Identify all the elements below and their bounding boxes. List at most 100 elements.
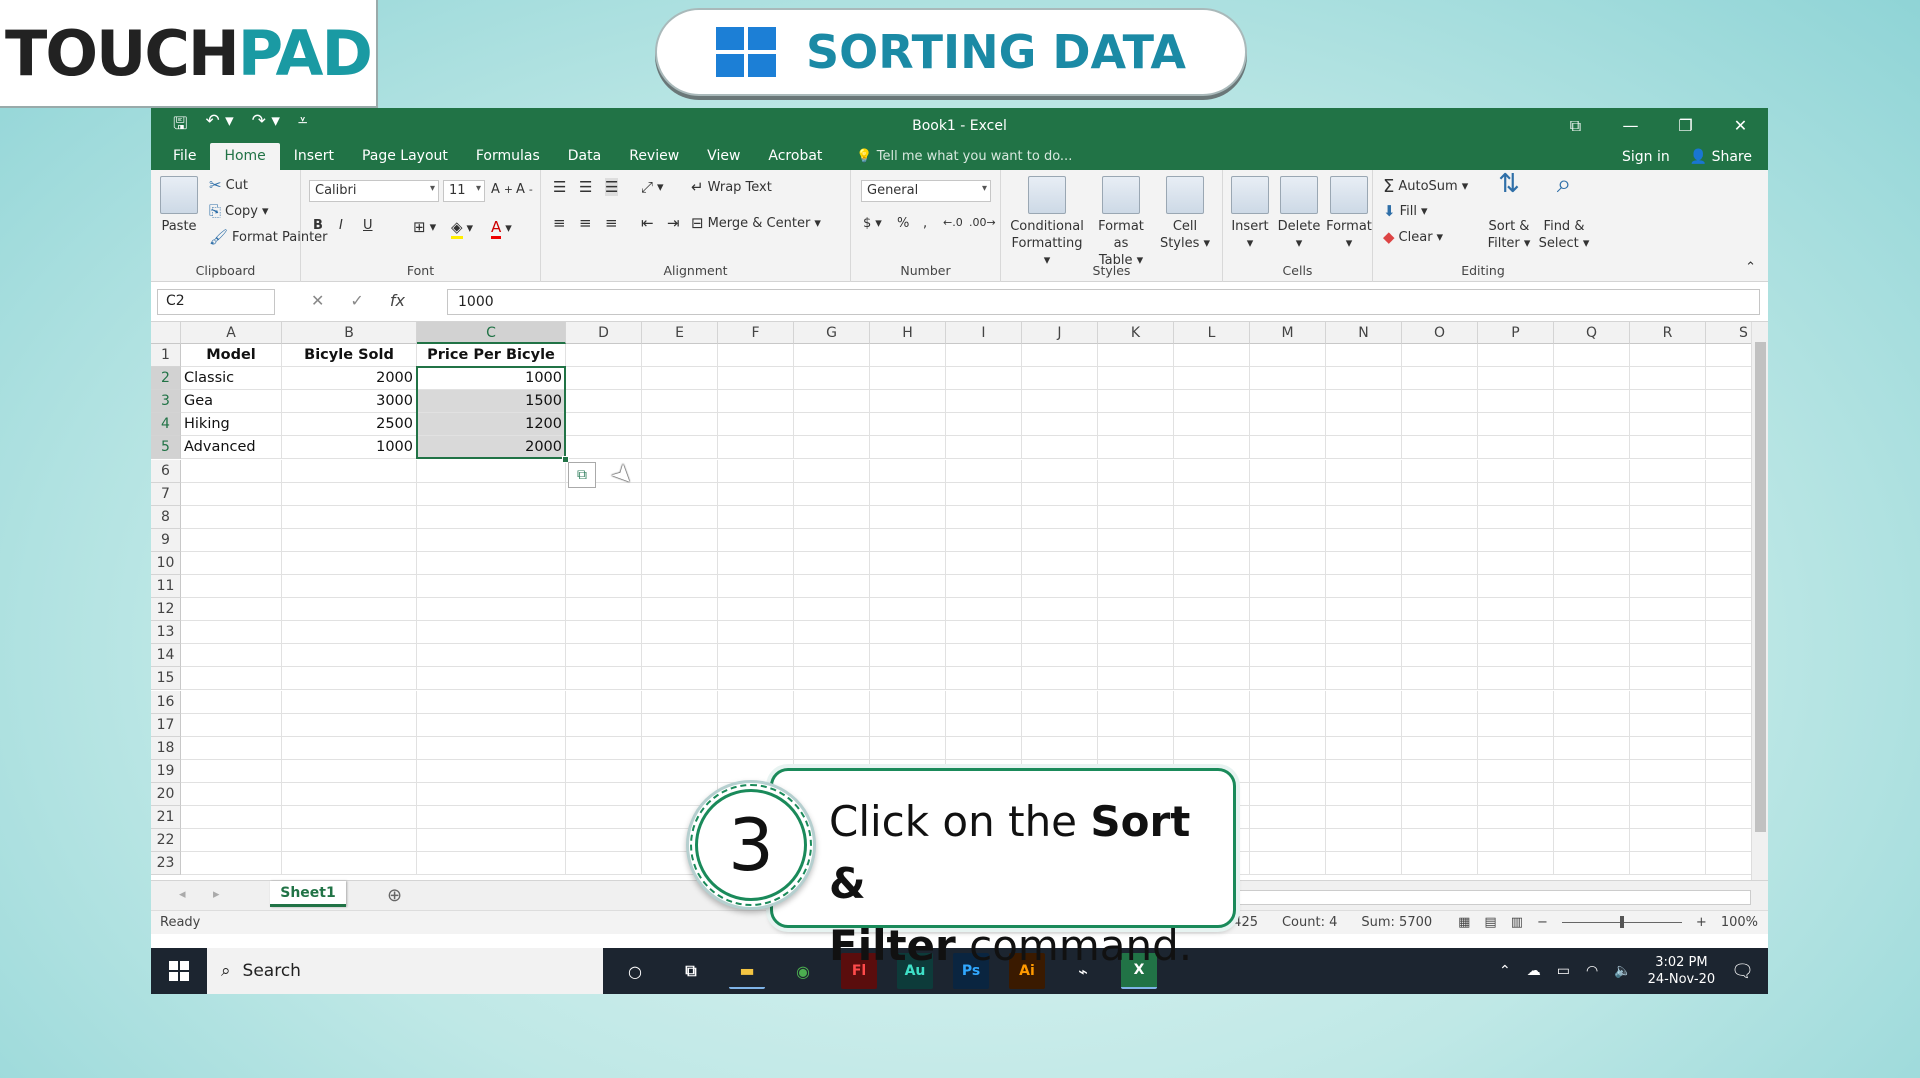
- cell-n15[interactable]: [1326, 667, 1402, 691]
- row-header-21[interactable]: 21: [151, 806, 181, 830]
- cell-l10[interactable]: [1174, 551, 1250, 575]
- cell-j2[interactable]: [1022, 367, 1098, 391]
- row-header-3[interactable]: 3: [151, 390, 181, 414]
- cell-p8[interactable]: [1478, 505, 1554, 529]
- cell-j18[interactable]: [1022, 736, 1098, 760]
- cell-q2[interactable]: [1554, 367, 1630, 391]
- cell-r17[interactable]: [1630, 713, 1706, 737]
- row-header-6[interactable]: 6: [151, 459, 181, 483]
- cell-o14[interactable]: [1402, 644, 1478, 668]
- cell-n2[interactable]: [1326, 367, 1402, 391]
- align-right-button[interactable]: ≡: [605, 214, 618, 232]
- cell-k13[interactable]: [1098, 621, 1174, 645]
- cell-q10[interactable]: [1554, 551, 1630, 575]
- cell-j11[interactable]: [1022, 575, 1098, 599]
- cell-e13[interactable]: [642, 621, 718, 645]
- cell-a17[interactable]: [181, 713, 282, 737]
- cell-l3[interactable]: [1174, 390, 1250, 414]
- cell-a5[interactable]: Advanced: [181, 436, 282, 460]
- cell-q9[interactable]: [1554, 528, 1630, 552]
- align-middle-button[interactable]: ☰: [579, 178, 592, 196]
- wrap-text-button[interactable]: ↵ Wrap Text: [691, 178, 772, 196]
- cell-e5[interactable]: [642, 436, 718, 460]
- vertical-scroll-thumb[interactable]: [1755, 342, 1766, 832]
- row-header-19[interactable]: 19: [151, 759, 181, 783]
- next-sheet-icon[interactable]: ▸: [213, 887, 220, 902]
- cell-o18[interactable]: [1402, 736, 1478, 760]
- cell-i17[interactable]: [946, 713, 1022, 737]
- cell-l7[interactable]: [1174, 482, 1250, 506]
- font-name-select[interactable]: Calibri: [309, 180, 439, 202]
- cell-f15[interactable]: [718, 667, 794, 691]
- cell-a20[interactable]: [181, 782, 282, 806]
- cell-f11[interactable]: [718, 575, 794, 599]
- cell-o21[interactable]: [1402, 806, 1478, 830]
- cell-o19[interactable]: [1402, 759, 1478, 783]
- cell-m4[interactable]: [1250, 413, 1326, 437]
- tab-acrobat[interactable]: Acrobat: [754, 143, 836, 170]
- cell-b17[interactable]: [282, 713, 417, 737]
- cell-o11[interactable]: [1402, 575, 1478, 599]
- cell-l11[interactable]: [1174, 575, 1250, 599]
- cell-a22[interactable]: [181, 829, 282, 853]
- cell-a8[interactable]: [181, 505, 282, 529]
- cell-q20[interactable]: [1554, 782, 1630, 806]
- cell-b10[interactable]: [282, 551, 417, 575]
- cell-l13[interactable]: [1174, 621, 1250, 645]
- cell-o1[interactable]: [1402, 344, 1478, 368]
- row-header-9[interactable]: 9: [151, 528, 181, 552]
- cell-a14[interactable]: [181, 644, 282, 668]
- cell-h12[interactable]: [870, 598, 946, 622]
- cell-m10[interactable]: [1250, 551, 1326, 575]
- cell-q5[interactable]: [1554, 436, 1630, 460]
- cell-k6[interactable]: [1098, 459, 1174, 483]
- cell-m23[interactable]: [1250, 852, 1326, 876]
- cell-c18[interactable]: [417, 736, 566, 760]
- cell-q8[interactable]: [1554, 505, 1630, 529]
- taskbar-clock[interactable]: 3:02 PM 24-Nov-20: [1648, 954, 1716, 988]
- zoom-slider[interactable]: [1561, 916, 1682, 928]
- align-top-button[interactable]: ☰: [553, 178, 566, 196]
- cell-c11[interactable]: [417, 575, 566, 599]
- cell-r19[interactable]: [1630, 759, 1706, 783]
- cell-d8[interactable]: [566, 505, 642, 529]
- cell-g4[interactable]: [794, 413, 870, 437]
- cell-i14[interactable]: [946, 644, 1022, 668]
- cell-m6[interactable]: [1250, 459, 1326, 483]
- cell-h9[interactable]: [870, 528, 946, 552]
- cell-l5[interactable]: [1174, 436, 1250, 460]
- normal-view-icon[interactable]: ▦: [1458, 915, 1470, 930]
- cell-s3[interactable]: [1706, 390, 1751, 414]
- cell-a3[interactable]: Gea: [181, 390, 282, 414]
- cell-p17[interactable]: [1478, 713, 1554, 737]
- align-center-button[interactable]: ≡: [579, 214, 592, 232]
- name-box[interactable]: C2: [157, 289, 275, 315]
- cell-p18[interactable]: [1478, 736, 1554, 760]
- cell-m19[interactable]: [1250, 759, 1326, 783]
- cell-b3[interactable]: 3000: [282, 390, 417, 414]
- cell-o13[interactable]: [1402, 621, 1478, 645]
- tab-data[interactable]: Data: [554, 143, 615, 170]
- cell-m12[interactable]: [1250, 598, 1326, 622]
- column-header-o[interactable]: O: [1402, 322, 1478, 344]
- cell-h8[interactable]: [870, 505, 946, 529]
- cell-j15[interactable]: [1022, 667, 1098, 691]
- cell-b21[interactable]: [282, 806, 417, 830]
- cell-p12[interactable]: [1478, 598, 1554, 622]
- cell-n13[interactable]: [1326, 621, 1402, 645]
- cell-e18[interactable]: [642, 736, 718, 760]
- cell-a4[interactable]: Hiking: [181, 413, 282, 437]
- cell-i12[interactable]: [946, 598, 1022, 622]
- align-bottom-button[interactable]: ☰: [605, 178, 619, 196]
- cell-a21[interactable]: [181, 806, 282, 830]
- cell-c22[interactable]: [417, 829, 566, 853]
- cell-g12[interactable]: [794, 598, 870, 622]
- volume-icon[interactable]: 🔈: [1614, 963, 1631, 979]
- cell-n8[interactable]: [1326, 505, 1402, 529]
- cell-l6[interactable]: [1174, 459, 1250, 483]
- percent-button[interactable]: %: [897, 216, 909, 231]
- cell-n10[interactable]: [1326, 551, 1402, 575]
- cell-f10[interactable]: [718, 551, 794, 575]
- cell-m21[interactable]: [1250, 806, 1326, 830]
- cell-s13[interactable]: [1706, 621, 1751, 645]
